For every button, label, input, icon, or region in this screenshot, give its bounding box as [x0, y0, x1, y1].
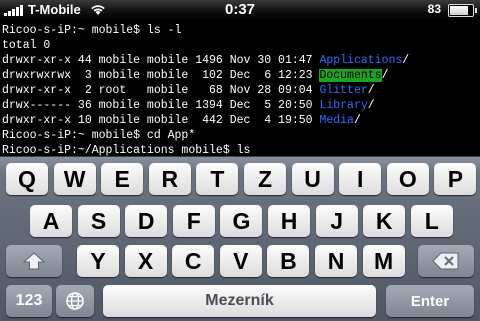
- space-key[interactable]: Mezerník: [103, 285, 376, 317]
- terminal-line: drwxr-xr-x 2 root mobile 68 Nov 28 09:04…: [2, 83, 480, 98]
- backspace-icon: [432, 252, 459, 270]
- key-e[interactable]: E: [101, 163, 144, 195]
- terminal-line: Ricoo-s-iP:~/Applications mobile$ ls: [2, 143, 480, 156]
- terminal-text: drwxr-xr-x 2 root mobile 68 Nov 28 09:04: [2, 84, 320, 97]
- terminal-text: drwxrwxrwx 3 mobile mobile 102 Dec 6 12:…: [2, 69, 320, 82]
- key-y[interactable]: Y: [77, 245, 119, 277]
- key-h[interactable]: H: [268, 205, 310, 237]
- key-g[interactable]: G: [220, 205, 263, 237]
- shift-key[interactable]: [6, 245, 62, 277]
- terminal-text: /: [367, 99, 375, 112]
- battery-icon: [448, 4, 477, 17]
- directory-name-highlighted: Documents: [319, 69, 382, 82]
- key-n[interactable]: N: [315, 245, 357, 277]
- key-o[interactable]: O: [386, 163, 429, 195]
- status-bar: T-Mobile 0:37 83: [0, 0, 480, 20]
- key-i[interactable]: I: [339, 163, 382, 195]
- terminal-line: drwxr-xr-x 10 mobile mobile 442 Dec 4 19…: [2, 113, 480, 128]
- terminal-text: drwx------ 36 mobile mobile 1394 Dec 5 2…: [2, 99, 320, 112]
- terminal-text: /: [381, 69, 389, 82]
- terminal-output[interactable]: Ricoo-s-iP:~ mobile$ ls -l total 0 drwxr-x…: [0, 20, 480, 156]
- globe-icon: [66, 292, 84, 310]
- key-u[interactable]: U: [291, 163, 334, 195]
- terminal-line: Ricoo-s-iP:~ mobile$ ls -l: [2, 23, 480, 38]
- key-b[interactable]: B: [267, 245, 310, 277]
- terminal-line: drwxr-xr-x 44 mobile mobile 1496 Nov 30 …: [2, 53, 480, 68]
- key-l[interactable]: L: [410, 205, 453, 237]
- terminal-line: Ricoo-s-iP:~ mobile$ cd App*: [2, 128, 480, 143]
- terminal-text: /: [353, 114, 361, 127]
- key-j[interactable]: J: [315, 205, 358, 237]
- terminal-text: Ricoo-s-iP:~/Applications mobile$ ls: [2, 144, 251, 156]
- globe-key[interactable]: [56, 285, 94, 317]
- key-q[interactable]: Q: [6, 163, 48, 195]
- terminal-line: drwx------ 36 mobile mobile 1394 Dec 5 2…: [2, 98, 480, 113]
- terminal-text: Ricoo-s-iP:~ mobile$ cd App*: [2, 129, 196, 142]
- shift-arrow-icon: [22, 252, 46, 270]
- directory-name: Library: [319, 99, 368, 112]
- terminal-text: /: [367, 84, 375, 97]
- key-r[interactable]: R: [148, 163, 191, 195]
- terminal-line: drwxrwxrwx 3 mobile mobile 102 Dec 6 12:…: [2, 68, 480, 83]
- terminal-text: Ricoo-s-iP:~ mobile$ ls -l: [2, 24, 182, 37]
- key-v[interactable]: V: [219, 245, 262, 277]
- battery-percentage: 83: [427, 2, 441, 16]
- key-d[interactable]: D: [125, 205, 168, 237]
- key-m[interactable]: M: [362, 245, 405, 277]
- terminal-line: total 0: [2, 38, 480, 53]
- backspace-key[interactable]: [418, 245, 474, 277]
- terminal-text: drwxr-xr-x 10 mobile mobile 442 Dec 4 19…: [2, 114, 320, 127]
- numbers-key[interactable]: 123: [6, 285, 52, 317]
- key-x[interactable]: X: [124, 245, 167, 277]
- key-t[interactable]: T: [196, 163, 239, 195]
- terminal-text: drwxr-xr-x 44 mobile mobile 1496 Nov 30 …: [2, 54, 320, 67]
- key-p[interactable]: P: [434, 163, 477, 195]
- on-screen-keyboard: Q W E R T Z U I O P A S D F G H J K L Y X C V B N M 123 Mezerník Ent…: [0, 156, 480, 321]
- directory-name: Media: [319, 114, 354, 127]
- key-s[interactable]: S: [77, 205, 120, 237]
- key-k[interactable]: K: [363, 205, 406, 237]
- enter-key[interactable]: Enter: [386, 285, 474, 317]
- terminal-text: /: [402, 54, 410, 67]
- key-z[interactable]: Z: [244, 163, 286, 195]
- key-a[interactable]: A: [30, 205, 72, 237]
- terminal-text: total 0: [2, 39, 51, 52]
- key-w[interactable]: W: [53, 163, 96, 195]
- directory-name: Glitter: [319, 84, 368, 97]
- key-c[interactable]: C: [172, 245, 215, 277]
- directory-name: Applications: [319, 54, 403, 67]
- key-f[interactable]: F: [172, 205, 215, 237]
- status-clock: 0:37: [224, 1, 256, 18]
